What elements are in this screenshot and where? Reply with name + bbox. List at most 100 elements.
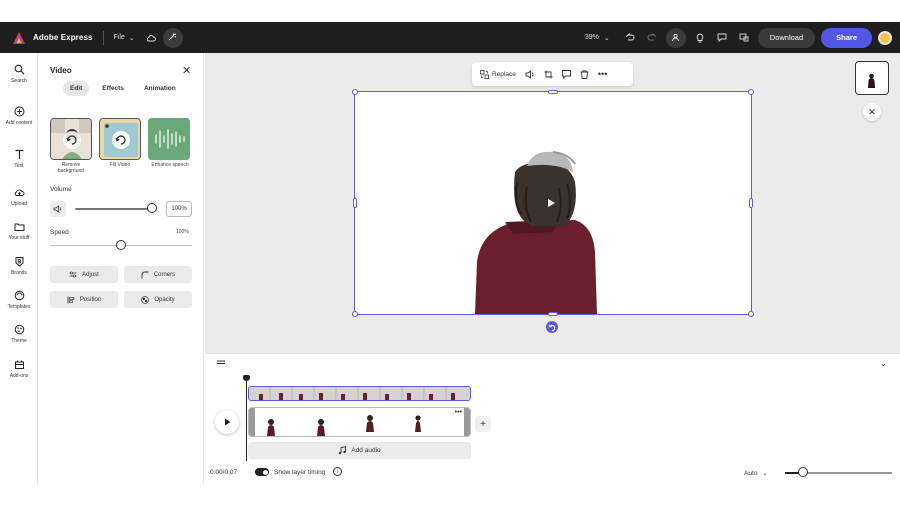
search-icon	[14, 64, 24, 75]
rail-item-add-content[interactable]: Add content	[0, 106, 38, 126]
play-button[interactable]	[215, 410, 239, 434]
rail-item-your-stuff[interactable]: Your stuff	[0, 221, 38, 241]
adobe-express-logo	[13, 31, 25, 44]
enhance-speech-label: Enhance speech	[151, 162, 189, 168]
rail-label: Add content	[5, 120, 33, 126]
timeline-collapse-icon[interactable]	[216, 360, 226, 366]
rail-item-templates[interactable]: Templates	[0, 290, 38, 310]
align-icon	[67, 296, 75, 303]
mute-button[interactable]	[50, 201, 66, 217]
close-icon[interactable]: ✕	[863, 103, 881, 121]
collaborate-icon[interactable]	[665, 27, 686, 48]
crop-icon[interactable]	[544, 70, 553, 79]
brand-icon	[15, 257, 23, 267]
trash-icon[interactable]	[580, 69, 589, 79]
volume-slider-track[interactable]	[75, 208, 152, 210]
position-button[interactable]: Position	[50, 291, 118, 308]
rail-item-add-ons[interactable]: Add-ons	[0, 359, 38, 379]
rail-item-text[interactable]: Text	[0, 149, 38, 169]
video-track[interactable]: •••	[248, 407, 471, 437]
close-icon[interactable]: ✕	[182, 64, 191, 77]
comment-icon[interactable]	[714, 30, 730, 46]
rail-label: Brands	[11, 270, 27, 276]
remove-background-card[interactable]	[50, 118, 92, 160]
chevron-down-icon[interactable]: ⌄	[880, 359, 887, 368]
video-frame[interactable]	[352, 89, 754, 317]
speed-slider-knob[interactable]	[116, 240, 126, 250]
add-track-button[interactable]: +	[475, 416, 491, 432]
folder-icon	[14, 223, 24, 231]
replace-button[interactable]: Replace	[480, 69, 516, 79]
more-icon[interactable]: •••	[455, 409, 462, 417]
volume-slider-knob[interactable]	[147, 203, 157, 213]
tab-animation[interactable]: Animation	[137, 81, 183, 96]
download-button[interactable]: Download	[757, 27, 816, 48]
rail-item-upload[interactable]: Upload	[0, 187, 38, 207]
rotate-handle[interactable]	[546, 321, 558, 333]
show-layer-timing-toggle[interactable]	[255, 468, 269, 476]
video-subject	[475, 151, 597, 314]
trim-handle-left[interactable]	[249, 408, 255, 436]
avatar[interactable]	[878, 30, 892, 45]
fill-video-card[interactable]	[99, 118, 141, 160]
rail-label: Text	[14, 163, 24, 169]
video-panel: Video ✕ Edit Effects Animation Remove ba…	[38, 53, 204, 484]
rail-label: Add-ons	[9, 373, 29, 379]
resize-handle-top-left[interactable]	[352, 89, 358, 95]
tab-effects[interactable]: Effects	[95, 81, 131, 96]
corner-icon	[141, 271, 149, 278]
rail-item-brands[interactable]: Brands	[0, 256, 38, 276]
opacity-button[interactable]: Opacity	[124, 291, 192, 308]
page-thumbnail[interactable]	[855, 61, 889, 95]
rail-item-theme[interactable]: Theme	[0, 324, 38, 344]
adjust-label: Adjust	[82, 271, 99, 278]
corners-button[interactable]: Corners	[124, 266, 192, 283]
share-button[interactable]: Share	[821, 27, 872, 48]
position-label: Position	[79, 296, 102, 303]
timeline-zoom-dropdown[interactable]: Auto ⌄	[744, 469, 768, 477]
resize-handle-left[interactable]	[353, 198, 357, 208]
undo-icon[interactable]	[622, 30, 638, 46]
plus-circle-icon	[14, 106, 24, 117]
redo-icon[interactable]	[644, 30, 660, 46]
info-icon[interactable]: i	[333, 467, 342, 476]
present-icon[interactable]	[736, 30, 752, 46]
timeline-zoom-label: Auto	[744, 470, 758, 477]
resize-handle-top[interactable]	[548, 90, 558, 94]
tab-edit[interactable]: Edit	[63, 81, 90, 96]
resize-handle-bottom-right[interactable]	[748, 311, 754, 317]
lightbulb-icon[interactable]	[692, 30, 708, 46]
video-track-frames	[267, 415, 421, 436]
add-audio-label: Add audio	[351, 447, 381, 454]
resize-handle-bottom-left[interactable]	[352, 311, 358, 317]
chevron-down-icon: ⌄	[603, 34, 610, 42]
rail-item-search[interactable]: Search	[0, 64, 38, 84]
waveform-icon	[148, 118, 190, 160]
adjust-button[interactable]: Adjust	[50, 266, 118, 283]
enhance-speech-card[interactable]	[148, 118, 190, 160]
volume-label: Volume	[50, 186, 72, 193]
upload-icon	[14, 189, 24, 196]
text-icon	[15, 149, 23, 159]
generate-icon[interactable]	[162, 27, 183, 48]
add-audio-button[interactable]: Add audio	[248, 442, 471, 459]
app-name: Adobe Express	[33, 33, 93, 42]
comment-icon[interactable]	[561, 69, 571, 79]
resize-handle-bottom[interactable]	[548, 312, 558, 316]
file-menu-label: File	[113, 34, 125, 41]
page-track[interactable]	[248, 386, 471, 401]
volume-value[interactable]: 100%	[166, 201, 192, 217]
resize-handle-top-right[interactable]	[748, 89, 754, 95]
timeline-zoom-knob[interactable]	[798, 467, 808, 477]
more-icon[interactable]: •••	[598, 70, 607, 79]
zoom-level-dropdown[interactable]: 39% ⌄	[585, 34, 610, 42]
time-display: 0:00/0:07	[210, 469, 238, 476]
templates-icon	[14, 290, 24, 301]
volume-icon[interactable]	[525, 69, 535, 79]
file-menu[interactable]: File ⌄	[114, 34, 135, 42]
cloud-icon[interactable]	[143, 30, 159, 46]
music-note-icon	[339, 446, 347, 455]
resize-handle-right[interactable]	[749, 198, 753, 208]
sliders-icon	[69, 271, 77, 278]
playhead[interactable]	[246, 376, 247, 461]
